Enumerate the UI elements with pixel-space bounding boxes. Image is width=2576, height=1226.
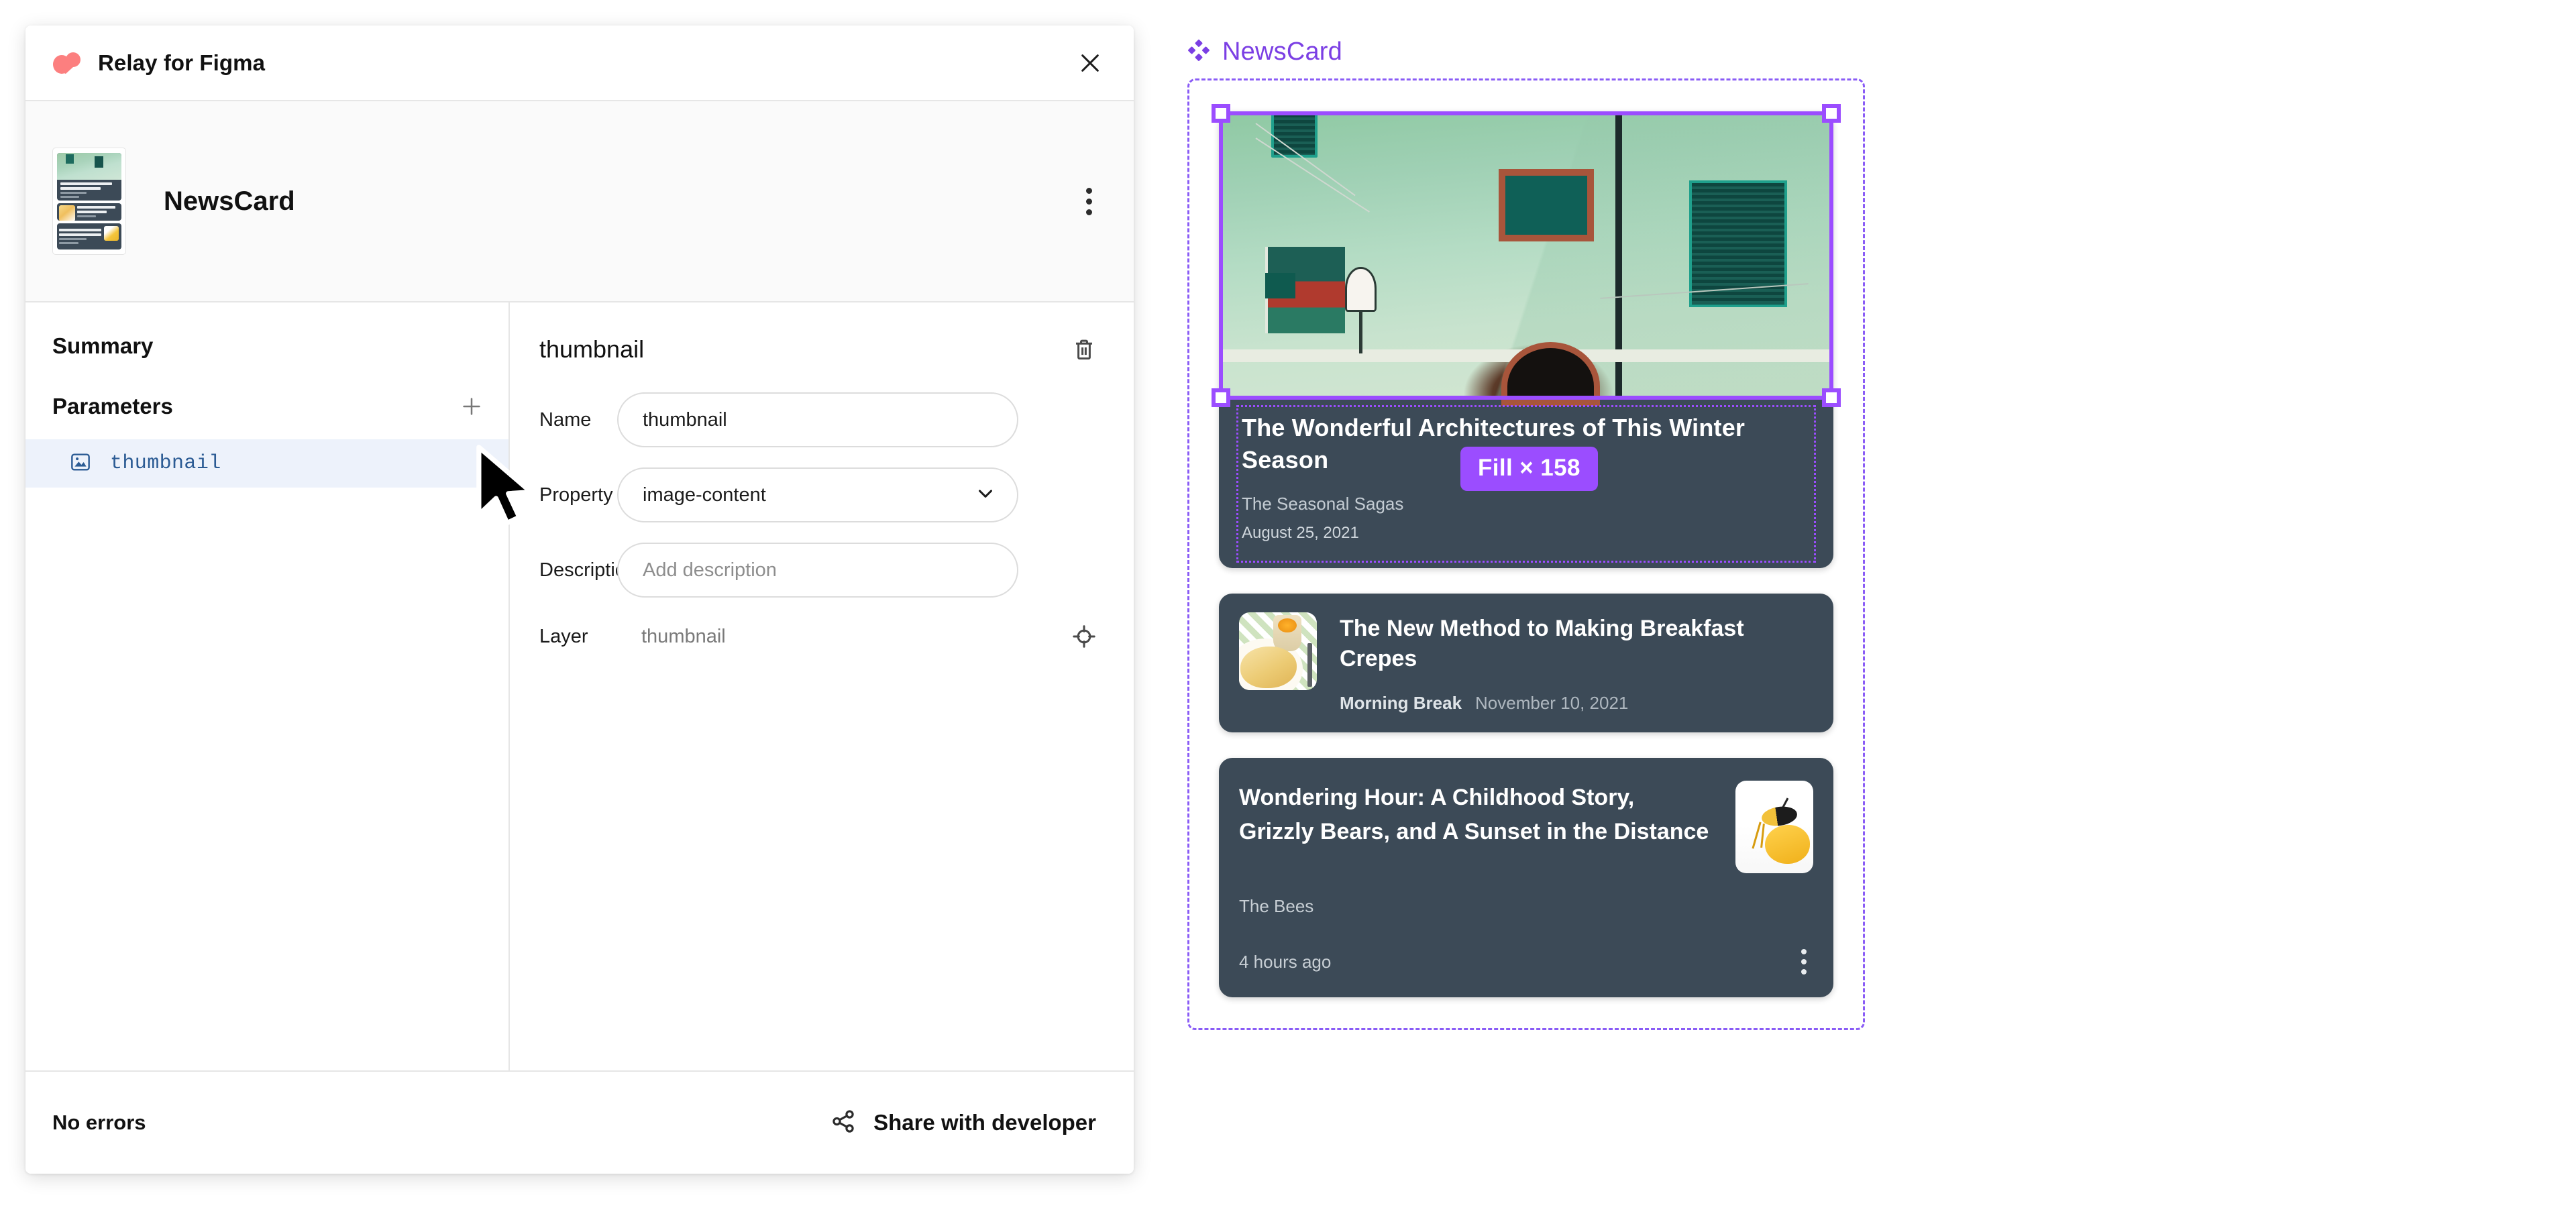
card-date: November 10, 2021 xyxy=(1475,693,1629,714)
field-label-layer: Layer xyxy=(539,625,588,647)
kebab-menu-icon[interactable] xyxy=(1794,946,1813,977)
card-title: The New Method to Making Breakfast Crepe… xyxy=(1340,615,1744,671)
relay-plugin-window: Relay for Figma NewsCard Summary Paramet… xyxy=(25,25,1134,1174)
field-description: Description xyxy=(539,543,1103,598)
status-text: No errors xyxy=(52,1111,146,1134)
bee-photo xyxy=(1735,781,1813,874)
preview-mini-text xyxy=(57,180,121,201)
figma-canvas: NewsCard The Wonderful Architectures of … xyxy=(1187,38,1898,1031)
image-parameter-icon xyxy=(70,451,91,476)
field-label-name: Name xyxy=(539,408,592,431)
field-label-description: Description xyxy=(539,559,637,581)
plugin-title: Relay for Figma xyxy=(98,50,266,75)
preview-mini-image xyxy=(59,205,75,221)
component-preview-thumbnail xyxy=(52,148,126,255)
preview-mini-image xyxy=(57,153,121,180)
news-card[interactable]: Wondering Hour: A Childhood Story, Grizz… xyxy=(1219,758,1833,998)
close-icon[interactable] xyxy=(1069,42,1111,84)
crepes-photo xyxy=(1239,612,1317,690)
card-meta: Morning Break November 10, 2021 xyxy=(1340,693,1813,714)
card-date: August 25, 2021 xyxy=(1242,523,1359,542)
card-hero-image-wrap xyxy=(1212,104,1841,407)
share-with-developer-button[interactable]: Share with developer xyxy=(830,1109,1096,1137)
sidebar-item-label: thumbnail xyxy=(110,452,221,475)
plugin-body: Summary Parameters thumbnail thumbnail N… xyxy=(25,302,1134,1072)
field-name: Name xyxy=(539,392,1103,447)
parameter-detail-panel: thumbnail Name thumbnail Property image-… xyxy=(510,302,1134,1070)
card-text: The New Method to Making Breakfast Crepe… xyxy=(1340,612,1813,714)
screen: Relay for Figma NewsCard Summary Paramet… xyxy=(0,0,2576,1226)
news-card[interactable]: The New Method to Making Breakfast Crepe… xyxy=(1219,593,1833,733)
green-building-photo xyxy=(1219,111,1833,406)
plus-icon[interactable] xyxy=(453,388,490,425)
name-input[interactable] xyxy=(617,392,1018,447)
parameters-section-header: Parameters xyxy=(25,374,508,439)
target-crosshair-icon[interactable] xyxy=(1065,618,1103,655)
preview-mini-text xyxy=(77,205,119,219)
parameters-sidebar: Summary Parameters thumbnail xyxy=(25,302,510,1070)
component-header: NewsCard xyxy=(25,101,1134,302)
card-source: The Seasonal Sagas xyxy=(1242,493,1404,514)
frame-title[interactable]: NewsCard xyxy=(1187,38,1898,66)
frame-name: NewsCard xyxy=(1222,38,1342,66)
parameters-label: Parameters xyxy=(52,394,173,419)
detail-title: thumbnail xyxy=(539,335,645,363)
preview-mini-card xyxy=(57,223,121,249)
plugin-titlebar: Relay for Figma xyxy=(25,25,1134,101)
card-date: 4 hours ago xyxy=(1239,951,1332,972)
fill-count-badge: Fill × 158 xyxy=(1460,447,1598,491)
share-label: Share with developer xyxy=(873,1110,1096,1135)
card-text: Wondering Hour: A Childhood Story, Grizz… xyxy=(1239,781,1715,849)
description-input-wrap xyxy=(617,543,1018,598)
component-name: NewsCard xyxy=(164,186,295,216)
description-input[interactable] xyxy=(617,543,1018,598)
share-icon xyxy=(830,1109,856,1137)
kebab-menu-icon[interactable] xyxy=(1068,180,1110,222)
card-row: Wondering Hour: A Childhood Story, Grizz… xyxy=(1239,781,1813,874)
detail-header: thumbnail xyxy=(539,319,1103,372)
card-source: Morning Break xyxy=(1340,693,1462,714)
property-select-wrap xyxy=(617,467,1018,522)
summary-section-header[interactable]: Summary xyxy=(25,319,508,374)
relay-logo-icon xyxy=(52,52,83,74)
summary-label: Summary xyxy=(52,333,154,358)
card-source: The Bees xyxy=(1239,896,1314,917)
preview-mini-image xyxy=(104,226,119,241)
preview-mini-card xyxy=(57,203,121,221)
field-layer: Layer thumbnail xyxy=(539,618,1103,655)
card-footer: 4 hours ago xyxy=(1239,946,1813,977)
field-property: Property xyxy=(539,467,1103,522)
sidebar-item-thumbnail[interactable]: thumbnail xyxy=(25,439,508,488)
plugin-footer: No errors Share with developer xyxy=(25,1072,1134,1174)
preview-mini-card xyxy=(57,153,121,201)
trash-icon[interactable] xyxy=(1065,331,1103,368)
component-diamond-icon xyxy=(1187,39,1210,65)
newscard-frame: The Wonderful Architectures of This Wint… xyxy=(1187,78,1865,1031)
name-input-wrap xyxy=(617,392,1018,447)
news-card[interactable]: The Wonderful Architectures of This Wint… xyxy=(1212,104,1841,568)
card-title: Wondering Hour: A Childhood Story, Grizz… xyxy=(1239,785,1709,845)
property-select[interactable] xyxy=(617,467,1018,522)
layer-value: thumbnail xyxy=(641,625,726,647)
field-label-property: Property xyxy=(539,484,613,506)
